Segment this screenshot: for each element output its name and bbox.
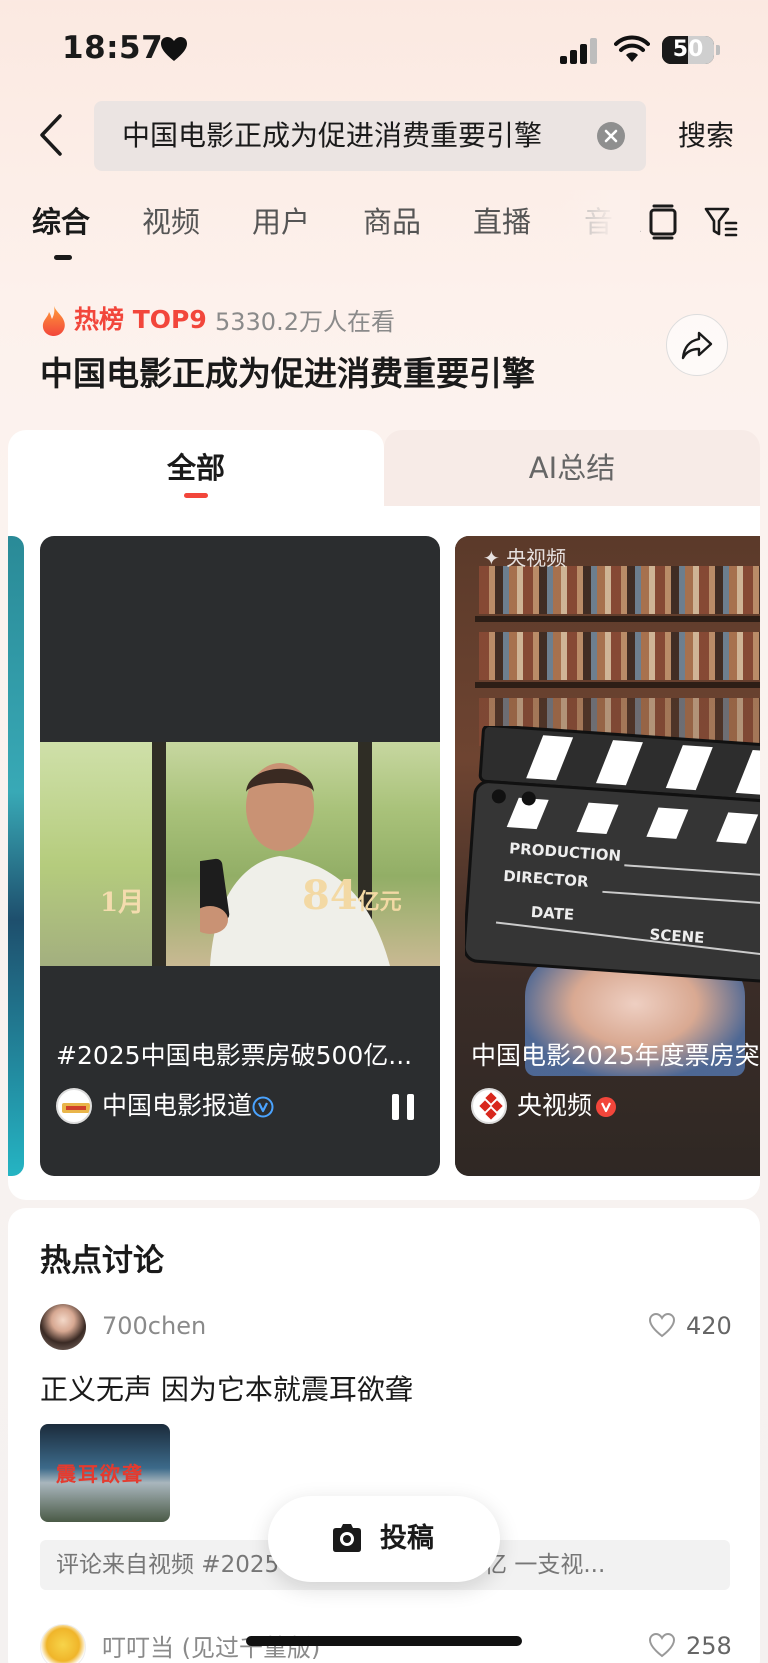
video-watermark-text: 央视频	[506, 546, 567, 570]
frame-background	[40, 742, 160, 966]
video-frame: PRODUCTION DIRECTOR DATE SCENE ✦ 央视频	[455, 536, 760, 1176]
tab-ai-summary-label: AI总结	[528, 451, 616, 485]
status-time: 18:57	[62, 30, 164, 66]
video-card[interactable]: 1月 84亿元 #2025中国电影票房破500亿... 中国电影报道	[40, 536, 440, 1176]
author-avatar[interactable]	[471, 1088, 507, 1124]
pause-icon[interactable]	[390, 1092, 416, 1122]
tab-users[interactable]: 用户	[252, 200, 310, 244]
video-overlay-month: 1月	[100, 888, 145, 918]
cellular-signal-icon	[560, 38, 597, 64]
filter-icon[interactable]	[704, 206, 738, 238]
heart-icon	[161, 37, 187, 61]
bookshelf-row	[479, 566, 760, 614]
tab-comprehensive[interactable]: 综合	[32, 200, 90, 244]
wifi-icon	[614, 35, 650, 62]
author-avatar[interactable]	[56, 1088, 92, 1124]
battery-tip	[716, 45, 720, 55]
shelf	[475, 616, 760, 622]
hot-topic-title: 中国电影正成为促进消费重要引擎	[40, 354, 535, 393]
thumbnail-caption: 震耳欲聋	[56, 1462, 144, 1486]
post-username[interactable]: 700chen	[102, 1306, 206, 1346]
clapper-label-date: DATE	[530, 903, 575, 924]
back-chevron-icon[interactable]	[36, 112, 68, 158]
tab-video[interactable]: 视频	[142, 200, 200, 244]
section-title: 热点讨论	[40, 1243, 164, 1279]
share-button[interactable]	[666, 314, 728, 376]
verified-badge-icon	[252, 1096, 274, 1118]
frame-pillar	[152, 742, 166, 966]
layout-toggle-icon[interactable]	[648, 204, 678, 240]
clapperboard-graphic: PRODUCTION DIRECTOR DATE SCENE	[465, 726, 760, 984]
post-image-thumbnail[interactable]: 震耳欲聋	[40, 1424, 170, 1522]
video-card[interactable]: PRODUCTION DIRECTOR DATE SCENE ✦ 央视频 中国电…	[455, 536, 760, 1176]
fire-icon	[42, 306, 65, 336]
avatar[interactable]	[40, 1624, 86, 1663]
shelf	[475, 682, 760, 688]
tab-products[interactable]: 商品	[363, 200, 421, 244]
verified-badge-icon	[596, 1097, 616, 1117]
person-figure	[200, 763, 390, 966]
like-heart-icon[interactable]	[648, 1312, 676, 1338]
hot-discussion-section: 热点讨论 700chen 420 正义无声 因为它本就震耳欲聋 震耳欲聋 评论来…	[8, 1208, 760, 1663]
video-overlay-amount: 84亿元	[302, 872, 402, 919]
previous-video-thumbnail[interactable]	[8, 536, 24, 1176]
tab-ai-summary[interactable]: AI总结	[384, 430, 760, 506]
post-submit-button[interactable]: 投稿	[268, 1496, 500, 1582]
like-count: 420	[686, 1312, 732, 1340]
share-arrow-icon	[681, 331, 713, 360]
card-tab-indicator	[184, 493, 208, 498]
author-name[interactable]: 中国电影报道	[102, 1086, 252, 1126]
video-carousel: 1月 84亿元 #2025中国电影票房破500亿... 中国电影报道 PRODU…	[8, 506, 760, 1200]
tabs-fade-overlay	[560, 190, 640, 260]
like-heart-icon[interactable]	[648, 1632, 676, 1658]
bookshelf-row	[479, 632, 760, 680]
video-frame: 1月 84亿元	[40, 742, 440, 966]
video-overlay-amount-unit: 亿元	[357, 889, 402, 915]
search-button[interactable]: 搜索	[678, 113, 734, 159]
avatar[interactable]	[40, 1304, 86, 1350]
hot-view-count: 5330.2万人在看	[215, 308, 395, 336]
home-indicator[interactable]	[246, 1636, 522, 1646]
clear-search-icon[interactable]	[597, 122, 625, 150]
author-logo-icon	[62, 1103, 90, 1113]
search-query-text: 中国电影正成为促进消费重要引擎	[122, 119, 543, 152]
video-watermark: ✦ 央视频	[483, 546, 567, 570]
battery-indicator: 50	[662, 36, 714, 64]
battery-level-text: 50	[672, 37, 704, 62]
results-card: AI总结 全部 1月 84亿元 #2025中国电影票房破500亿... 中国电影…	[8, 430, 760, 1200]
video-title: #2025中国电影票房破500亿...	[56, 1041, 413, 1070]
post-text[interactable]: 正义无声 因为它本就震耳欲聋	[40, 1368, 413, 1412]
like-count: 258	[686, 1632, 732, 1660]
author-name[interactable]: 央视频	[517, 1086, 592, 1126]
post-submit-label: 投稿	[380, 1523, 434, 1554]
active-tab-indicator	[54, 255, 72, 260]
camera-icon	[333, 1524, 361, 1552]
video-title: 中国电影2025年度票房突	[471, 1041, 760, 1070]
tab-live[interactable]: 直播	[473, 200, 531, 244]
search-input[interactable]: 中国电影正成为促进消费重要引擎	[94, 101, 646, 171]
video-overlay-amount-number: 84	[302, 872, 358, 919]
hot-rank-label: 热榜 TOP9	[74, 305, 207, 334]
